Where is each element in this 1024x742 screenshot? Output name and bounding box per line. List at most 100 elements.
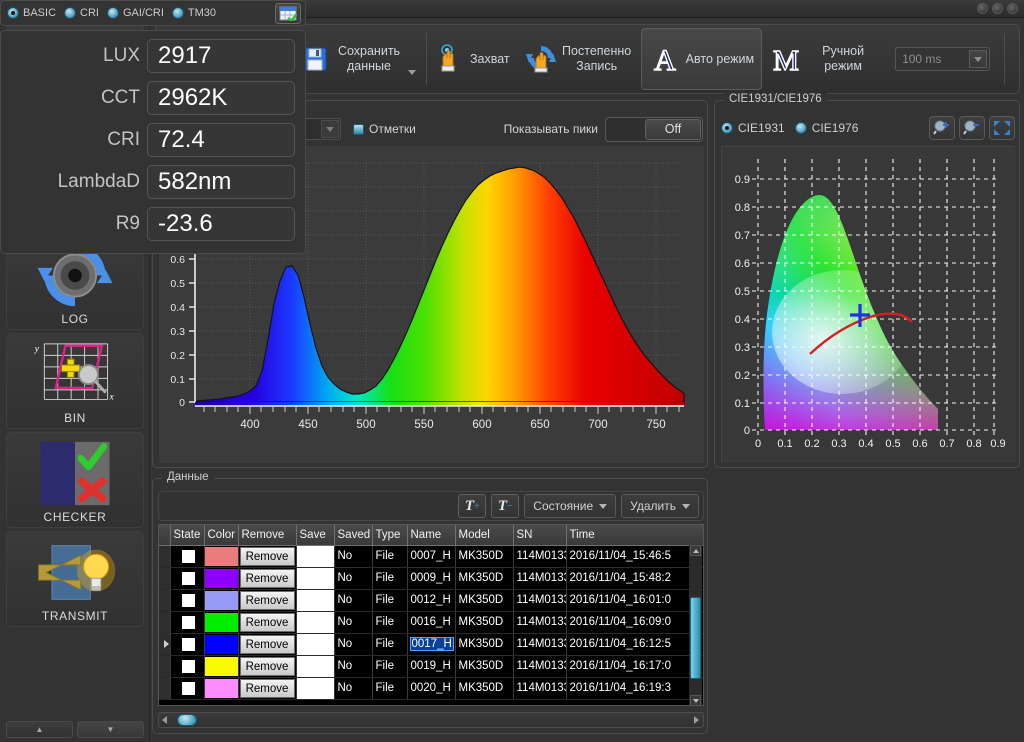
tab-basic-radio[interactable] bbox=[7, 7, 19, 19]
save-data-button[interactable]: Сохранить данные bbox=[294, 28, 424, 90]
cell-state[interactable] bbox=[170, 677, 204, 699]
remove-button[interactable]: Remove bbox=[240, 613, 295, 632]
cell-save[interactable] bbox=[296, 567, 334, 589]
row-marker[interactable] bbox=[159, 567, 170, 589]
col-type[interactable]: Type bbox=[372, 525, 407, 545]
row-marker[interactable] bbox=[159, 545, 170, 567]
cell-remove[interactable]: Remove bbox=[238, 611, 296, 633]
cell-name[interactable]: 0016_H bbox=[407, 611, 455, 633]
state-dropdown[interactable]: Состояние bbox=[524, 494, 616, 518]
table-vertical-scrollbar[interactable] bbox=[689, 545, 702, 706]
marks-checkbox[interactable] bbox=[353, 124, 364, 135]
text-decrease-button[interactable]: T− bbox=[491, 494, 519, 518]
chevron-down-icon[interactable] bbox=[321, 120, 339, 138]
col-model[interactable]: Model bbox=[455, 525, 513, 545]
sidebar-item-bin[interactable]: y x BIN bbox=[6, 333, 144, 429]
state-checkbox[interactable] bbox=[181, 593, 196, 608]
show-peaks-toggle[interactable]: Off bbox=[605, 117, 703, 142]
cell-color[interactable] bbox=[204, 611, 238, 633]
delete-dropdown[interactable]: Удалить bbox=[621, 494, 699, 518]
cell-save[interactable] bbox=[296, 589, 334, 611]
table-row[interactable]: RemoveNoFile0016_HMK350D114M01332016/11/… bbox=[159, 611, 704, 633]
cell-name[interactable]: 0007_H bbox=[407, 545, 455, 567]
cell-save[interactable] bbox=[296, 611, 334, 633]
export-table-button[interactable] bbox=[275, 3, 301, 24]
state-checkbox[interactable] bbox=[181, 571, 196, 586]
cell-name[interactable]: 0009_H bbox=[407, 567, 455, 589]
cell-remove[interactable]: Remove bbox=[238, 589, 296, 611]
cell-name[interactable]: 0017_H bbox=[407, 633, 455, 655]
cell-remove[interactable]: Remove bbox=[238, 567, 296, 589]
col-time[interactable]: Time bbox=[566, 525, 704, 545]
cell-color[interactable] bbox=[204, 633, 238, 655]
row-marker[interactable] bbox=[159, 677, 170, 699]
sidebar-scroll-up-button[interactable]: ▲ bbox=[6, 721, 73, 738]
row-marker[interactable] bbox=[159, 655, 170, 677]
cell-state[interactable] bbox=[170, 655, 204, 677]
row-marker[interactable] bbox=[159, 633, 170, 655]
state-checkbox[interactable] bbox=[181, 637, 196, 652]
cell-remove[interactable]: Remove bbox=[238, 655, 296, 677]
cie-diagram[interactable]: 00.10.2 0.30.40.5 0.60.70.8 0.9 00.10.2 … bbox=[721, 146, 1015, 462]
cell-name[interactable]: 0012_H bbox=[407, 589, 455, 611]
gradual-record-button[interactable]: Постепенно Запись bbox=[518, 28, 641, 90]
state-checkbox[interactable] bbox=[181, 549, 196, 564]
table-row[interactable]: RemoveNoFile0017_HMK350D114M01332016/11/… bbox=[159, 633, 704, 655]
table-row[interactable]: RemoveNoFile0012_HMK350D114M01332016/11/… bbox=[159, 589, 704, 611]
remove-button[interactable]: Remove bbox=[240, 635, 295, 654]
cell-color[interactable] bbox=[204, 567, 238, 589]
col-name[interactable]: Name bbox=[407, 525, 455, 545]
data-table-container[interactable]: State Color Remove Save Saved Type Name … bbox=[158, 524, 704, 706]
maximize-button[interactable] bbox=[992, 3, 1003, 14]
cell-save[interactable] bbox=[296, 633, 334, 655]
col-save[interactable]: Save bbox=[296, 525, 334, 545]
col-color[interactable]: Color bbox=[204, 525, 238, 545]
zoom-out-button[interactable] bbox=[959, 116, 985, 140]
auto-mode-button[interactable]: A Авто режим bbox=[641, 28, 762, 90]
manual-mode-button[interactable]: M Ручной режим bbox=[762, 28, 887, 90]
integration-time-select[interactable]: 100 ms bbox=[895, 47, 990, 71]
cell-remove[interactable]: Remove bbox=[238, 545, 296, 567]
cell-state[interactable] bbox=[170, 633, 204, 655]
cell-name[interactable]: 0019_H bbox=[407, 655, 455, 677]
cell-state[interactable] bbox=[170, 545, 204, 567]
remove-button[interactable]: Remove bbox=[240, 679, 295, 698]
cell-color[interactable] bbox=[204, 677, 238, 699]
col-sn[interactable]: SN bbox=[513, 525, 566, 545]
close-button[interactable] bbox=[1007, 3, 1018, 14]
cell-save[interactable] bbox=[296, 545, 334, 567]
capture-button[interactable]: Захват bbox=[429, 28, 518, 90]
zoom-in-button[interactable] bbox=[929, 116, 955, 140]
fit-view-button[interactable] bbox=[989, 116, 1015, 140]
cell-name[interactable]: 0020_H bbox=[407, 677, 455, 699]
cell-remove[interactable]: Remove bbox=[238, 677, 296, 699]
row-marker[interactable] bbox=[159, 589, 170, 611]
remove-button[interactable]: Remove bbox=[240, 591, 295, 610]
remove-button[interactable]: Remove bbox=[240, 547, 295, 566]
table-row[interactable]: RemoveNoFile0019_HMK350D114M01332016/11/… bbox=[159, 655, 704, 677]
state-checkbox[interactable] bbox=[181, 681, 196, 696]
remove-button[interactable]: Remove bbox=[240, 657, 295, 676]
cell-remove[interactable]: Remove bbox=[238, 633, 296, 655]
table-scroll-thumb[interactable] bbox=[690, 597, 701, 679]
cell-state[interactable] bbox=[170, 589, 204, 611]
scroll-left-arrow-icon[interactable] bbox=[162, 716, 167, 724]
scroll-up-arrow-icon[interactable] bbox=[690, 545, 701, 556]
tab-gaicri-radio[interactable] bbox=[107, 7, 119, 19]
table-row[interactable]: RemoveNoFile0009_HMK350D114M01332016/11/… bbox=[159, 567, 704, 589]
cie1976-radio[interactable] bbox=[795, 122, 807, 134]
sidebar-item-checker[interactable]: CHECKER bbox=[6, 432, 144, 528]
col-remove[interactable]: Remove bbox=[238, 525, 296, 545]
cell-state[interactable] bbox=[170, 611, 204, 633]
chevron-down-icon[interactable] bbox=[408, 70, 416, 75]
col-saved[interactable]: Saved bbox=[334, 525, 372, 545]
cie1931-radio[interactable] bbox=[721, 122, 733, 134]
cell-color[interactable] bbox=[204, 545, 238, 567]
cell-color[interactable] bbox=[204, 655, 238, 677]
minimize-button[interactable] bbox=[977, 3, 988, 14]
sidebar-scroll-down-button[interactable]: ▼ bbox=[77, 721, 144, 738]
table-row[interactable]: RemoveNoFile0007_HMK350D114M01332016/11/… bbox=[159, 545, 704, 567]
chevron-down-icon[interactable] bbox=[969, 50, 987, 68]
cell-save[interactable] bbox=[296, 655, 334, 677]
cell-color[interactable] bbox=[204, 589, 238, 611]
